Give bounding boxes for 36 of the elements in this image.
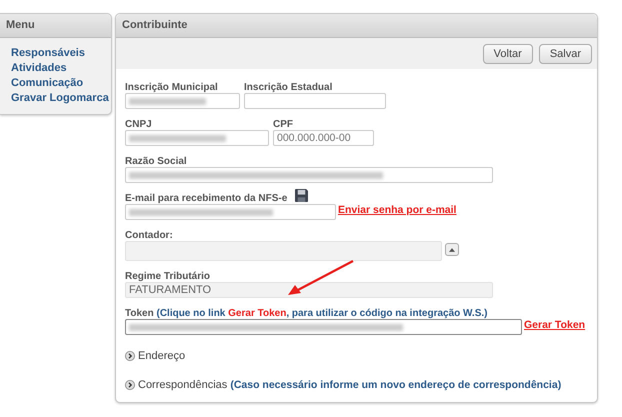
input-field[interactable] <box>125 319 522 335</box>
menu-link[interactable]: Responsáveis <box>11 47 111 59</box>
input-field[interactable] <box>125 204 336 220</box>
panel-header: Contribuinte <box>116 14 597 38</box>
section-title[interactable]: Endereço <box>138 350 186 362</box>
expand-icon[interactable] <box>125 380 135 390</box>
field-label: Regime Tributário <box>125 271 210 282</box>
scroll-up-button[interactable] <box>445 243 459 256</box>
generate-token-link[interactable]: Gerar Token <box>524 319 586 331</box>
field-label: E-mail para recebimento da NFS-e <box>125 193 288 204</box>
menu-link[interactable]: Atividades <box>11 62 111 74</box>
field-value: FATURAMENTO <box>129 284 212 296</box>
expand-icon[interactable] <box>125 351 135 361</box>
field-label: Contador: <box>125 230 173 241</box>
input-field[interactable]: 000.000.000-00 <box>273 130 374 146</box>
caret-icon <box>449 248 455 252</box>
input-field[interactable] <box>125 93 240 109</box>
input-field[interactable] <box>244 93 386 109</box>
field-label: Inscrição Estadual <box>244 82 332 93</box>
send-password-link[interactable]: Enviar senha por e-mail <box>338 204 456 216</box>
field-label: CNPJ <box>125 119 152 130</box>
annotation-arrow <box>288 260 354 295</box>
toolbar-button[interactable]: Voltar <box>482 44 533 64</box>
field-label: Razão Social <box>125 156 187 167</box>
input-field[interactable] <box>125 167 493 183</box>
menu-link[interactable]: Comunicação <box>11 77 111 89</box>
menu-link[interactable]: Gravar Logomarca <box>11 92 111 104</box>
section-title[interactable]: Correspondências (Caso necessário informe um novo endereço de correspondência) <box>138 379 562 391</box>
field-label: CPF <box>273 119 293 130</box>
field-label: Inscrição Municipal <box>125 82 218 93</box>
input-field[interactable]: FATURAMENTO <box>125 282 493 298</box>
placeholder-text: 000.000.000-00 <box>277 132 351 144</box>
panel-header: Menu <box>0 14 111 38</box>
input-field[interactable] <box>125 130 269 146</box>
toolbar-button[interactable]: Salvar <box>538 44 592 64</box>
field-label: Token (Clique no link Gerar Token, para utilizar o código na integração W.S.) <box>125 308 488 319</box>
